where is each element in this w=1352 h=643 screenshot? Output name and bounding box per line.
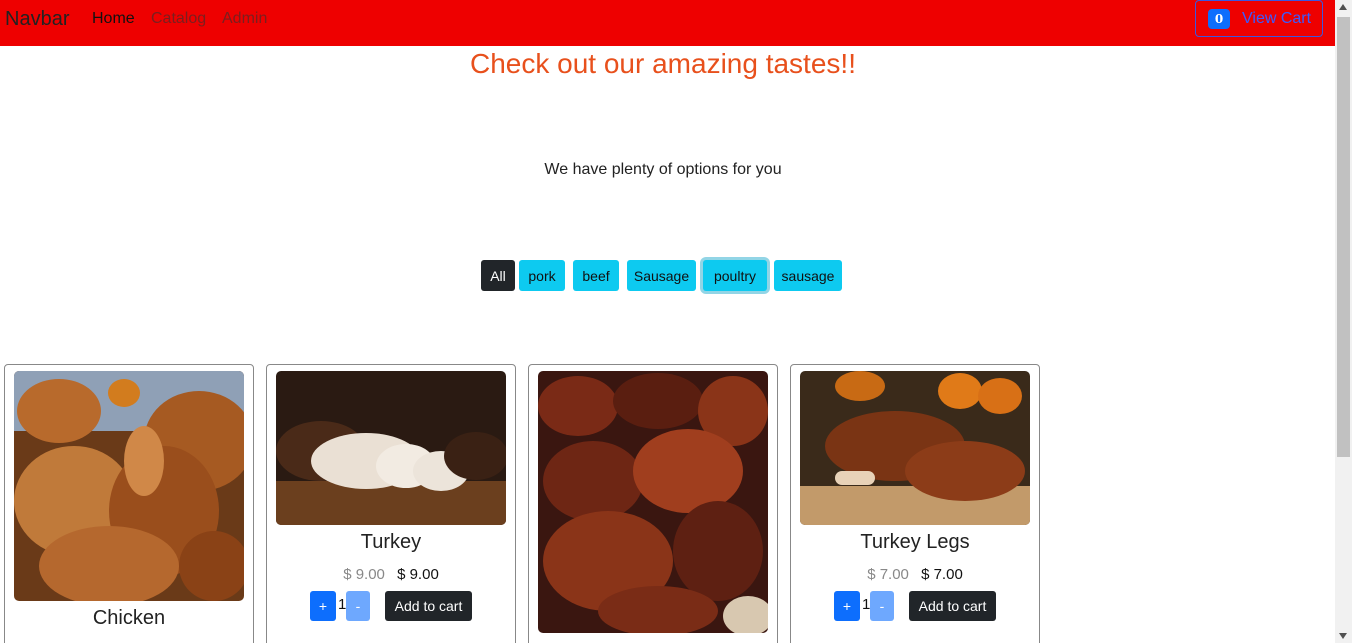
product-name: Chicken xyxy=(92,607,166,629)
increase-quantity-button[interactable]: + xyxy=(310,591,336,621)
decrease-quantity-button[interactable]: - xyxy=(870,591,894,621)
current-price: $ 9.00 xyxy=(397,566,439,583)
view-cart-button[interactable]: 0 View Cart xyxy=(1195,0,1323,37)
decrease-quantity-button[interactable]: - xyxy=(346,591,370,621)
product-image-wings xyxy=(538,371,768,633)
product-name: Turkey xyxy=(360,531,422,553)
price-row: $ 9.00 $ 9.00 xyxy=(267,566,515,583)
filter-beef-button[interactable]: beef xyxy=(573,260,619,291)
product-name: Turkey Legs xyxy=(860,531,970,553)
product-image-chicken xyxy=(14,371,244,601)
increase-quantity-button[interactable]: + xyxy=(834,591,860,621)
product-card-chicken: Chicken xyxy=(4,364,254,643)
scroll-thumb[interactable] xyxy=(1337,17,1350,457)
filter-pork-button[interactable]: pork xyxy=(519,260,565,291)
filter-sausage-button[interactable]: Sausage xyxy=(627,260,696,291)
add-to-cart-button[interactable]: Add to cart xyxy=(909,591,996,621)
quantity-controls: + 1 - Add to cart xyxy=(267,591,515,621)
page-title: Check out our amazing tastes!! xyxy=(470,48,856,79)
add-to-cart-button[interactable]: Add to cart xyxy=(385,591,472,621)
product-card-wings xyxy=(528,364,778,643)
product-image-turkey xyxy=(276,371,506,525)
scroll-down-arrow-icon[interactable] xyxy=(1339,633,1347,639)
original-price: $ 7.00 xyxy=(867,566,909,583)
original-price: $ 9.00 xyxy=(343,566,385,583)
nav-link-home[interactable]: Home xyxy=(92,10,135,28)
filter-sausage-lower-button[interactable]: sausage xyxy=(774,260,842,291)
page: Navbar Home Catalog Admin 0 View Cart Ch… xyxy=(0,0,1352,643)
scroll-up-arrow-icon[interactable] xyxy=(1339,4,1347,10)
product-image-turkey-legs xyxy=(800,371,1030,525)
view-cart-label: View Cart xyxy=(1242,9,1312,27)
navbar-brand[interactable]: Navbar xyxy=(5,8,69,31)
quantity-controls: + 1 - Add to cart xyxy=(791,591,1039,621)
cart-count-badge: 0 xyxy=(1208,8,1230,29)
product-card-turkey-legs: Turkey Legs $ 7.00 $ 7.00 + 1 - Add to c… xyxy=(790,364,1040,643)
filter-all-button[interactable]: All xyxy=(481,260,515,291)
filter-poultry-button[interactable]: poultry xyxy=(703,260,767,291)
nav-link-catalog[interactable]: Catalog xyxy=(151,10,206,28)
price-row: $ 7.00 $ 7.00 xyxy=(791,566,1039,583)
current-price: $ 7.00 xyxy=(921,566,963,583)
product-card-turkey: Turkey $ 9.00 $ 9.00 + 1 - Add to cart xyxy=(266,364,516,643)
navbar: Navbar Home Catalog Admin 0 View Cart xyxy=(0,0,1335,46)
nav-link-admin[interactable]: Admin xyxy=(222,10,267,28)
page-subtitle: We have plenty of options for you xyxy=(544,161,782,178)
vertical-scrollbar[interactable] xyxy=(1335,0,1352,643)
